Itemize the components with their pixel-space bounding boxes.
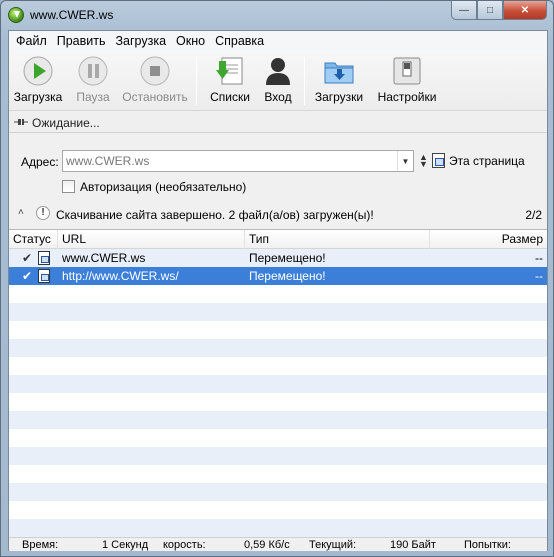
column-status[interactable]: Статус <box>9 230 58 249</box>
table-rows: ✔ www.CWER.ws Перемещено! -- ✔ http://ww… <box>9 249 547 537</box>
empty-row <box>9 285 547 303</box>
empty-row <box>9 411 547 429</box>
row-url: www.CWER.ws <box>62 251 146 265</box>
maximize-button[interactable]: □ <box>477 1 503 20</box>
stop-button[interactable]: Остановить <box>121 54 189 110</box>
check-icon: ✔ <box>22 269 33 283</box>
column-size[interactable]: Размер <box>430 230 547 249</box>
menu-file[interactable]: Файл <box>11 31 52 51</box>
result-count: 2/2 <box>525 208 542 222</box>
auth-checkbox[interactable] <box>62 180 75 193</box>
auth-label[interactable]: Авторизация (необязательно) <box>80 180 246 194</box>
table-row[interactable]: ✔ www.CWER.ws Перемещено! -- <box>9 249 547 267</box>
column-url[interactable]: URL <box>58 230 245 249</box>
empty-row <box>9 429 547 447</box>
download-button[interactable]: Загрузка <box>11 54 65 110</box>
app-window: www.CWER.ws — □ ✕ Файл Править Загрузка … <box>0 0 554 557</box>
empty-row <box>9 465 547 483</box>
toolbar-separator <box>196 57 197 105</box>
info-icon: ! <box>36 206 50 220</box>
menu-edit[interactable]: Править <box>52 31 111 51</box>
pause-button[interactable]: Пауза <box>71 54 115 110</box>
table-row[interactable]: ✔ http://www.CWER.ws/ Перемещено! -- <box>9 267 547 285</box>
switch-settings-icon <box>390 54 424 88</box>
current-label: Текущий: <box>309 539 357 551</box>
row-size: -- <box>535 251 543 265</box>
menu-help[interactable]: Справка <box>210 31 269 51</box>
user-icon <box>261 54 295 88</box>
lists-button[interactable]: Списки <box>207 54 253 110</box>
empty-row <box>9 519 547 537</box>
stop-icon <box>138 54 172 88</box>
speed-label: корость: <box>163 539 206 551</box>
empty-row <box>9 321 547 339</box>
row-type: Перемещено! <box>249 251 326 265</box>
chevron-down-icon[interactable]: ▼ <box>397 151 413 171</box>
column-type[interactable]: Тип <box>245 230 430 249</box>
this-page-button[interactable]: Эта страница <box>449 154 525 168</box>
speed-value: 0,59 Кб/с <box>244 539 290 551</box>
time-label: Время: <box>22 539 59 551</box>
empty-row <box>9 303 547 321</box>
client-area: Файл Править Загрузка Окно Справка Загру… <box>8 30 548 551</box>
file-table: Статус URL Тип Размер ✔ www.CWER.ws Пере… <box>9 229 547 537</box>
empty-row <box>9 357 547 375</box>
table-header: Статус URL Тип Размер <box>9 230 547 249</box>
downloads-button[interactable]: Загрузки <box>312 54 366 110</box>
toolbar: Загрузка Пауза Остановить Списки Вход За… <box>9 51 547 111</box>
address-label: Адрес: <box>21 155 59 169</box>
title-bar[interactable]: www.CWER.ws — □ ✕ <box>1 1 553 30</box>
empty-row <box>9 375 547 393</box>
window-title: www.CWER.ws <box>30 8 114 22</box>
attempts-label: Попытки: <box>464 539 511 551</box>
menu-download[interactable]: Загрузка <box>110 31 171 51</box>
address-input[interactable] <box>66 153 394 169</box>
folder-download-icon <box>322 54 356 88</box>
list-download-icon <box>213 54 247 88</box>
pause-icon <box>76 54 110 88</box>
menu-window[interactable]: Окно <box>171 31 210 51</box>
play-icon <box>21 54 55 88</box>
empty-row <box>9 483 547 501</box>
row-url: http://www.CWER.ws/ <box>62 269 179 283</box>
status-text: Ожидание... <box>32 116 100 130</box>
result-message: Скачивание сайта завершено. 2 файл(а/ов)… <box>56 208 374 222</box>
document-icon <box>38 269 50 283</box>
web-page-icon[interactable] <box>432 153 445 168</box>
footer-stats: Время: 1 Секунд корость: 0,59 Кб/с Текущ… <box>9 537 547 551</box>
row-type: Перемещено! <box>249 269 326 283</box>
connection-status: Ожидание... <box>9 112 547 133</box>
document-icon <box>38 251 50 265</box>
empty-row <box>9 393 547 411</box>
empty-row <box>9 501 547 519</box>
up-down-arrows-icon[interactable]: ▲ ▼ <box>419 153 428 169</box>
address-combobox[interactable]: ▼ <box>62 150 414 172</box>
login-button[interactable]: Вход <box>261 54 295 110</box>
app-logo-icon <box>8 7 24 23</box>
minimize-button[interactable]: — <box>451 1 477 20</box>
row-size: -- <box>535 269 543 283</box>
plug-icon <box>14 119 28 125</box>
current-value: 190 Байт <box>390 539 436 551</box>
toolbar-separator <box>304 57 305 105</box>
close-button[interactable]: ✕ <box>503 1 547 20</box>
menu-bar: Файл Править Загрузка Окно Справка <box>9 31 547 51</box>
empty-row <box>9 447 547 465</box>
empty-row <box>9 339 547 357</box>
settings-button[interactable]: Настройки <box>375 54 439 110</box>
time-value: 1 Секунд <box>102 539 149 551</box>
collapse-icon[interactable]: ˄ <box>18 207 24 218</box>
check-icon: ✔ <box>22 251 33 265</box>
